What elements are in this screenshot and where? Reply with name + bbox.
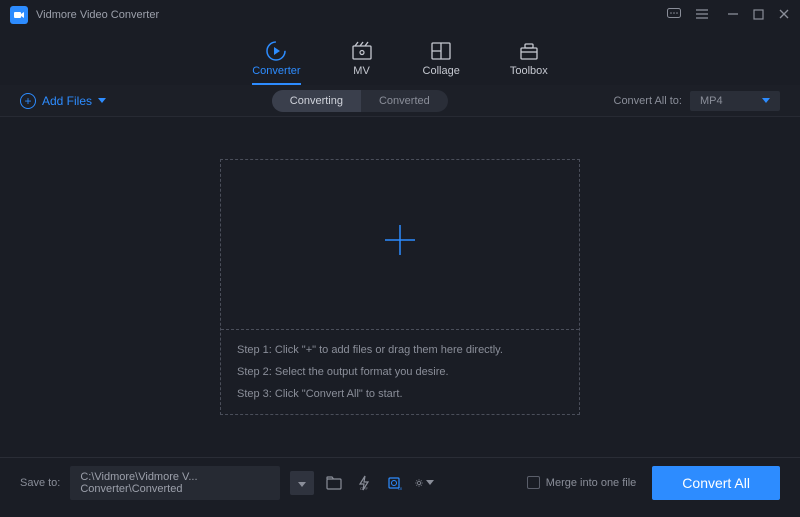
chevron-down-icon <box>98 98 106 103</box>
footer: Save to: C:\Vidmore\Vidmore V... Convert… <box>0 458 800 507</box>
converter-icon <box>265 41 287 61</box>
titlebar: Vidmore Video Converter <box>0 0 800 30</box>
save-path-value: C:\Vidmore\Vidmore V... Converter\Conver… <box>80 471 270 495</box>
tab-converted[interactable]: Converted <box>361 90 448 112</box>
step-1: Step 1: Click "+" to add files or drag t… <box>237 344 563 356</box>
add-files-button[interactable]: + Add Files <box>20 93 106 109</box>
tab-converting[interactable]: Converting <box>272 90 361 112</box>
collage-icon <box>430 41 452 61</box>
step-3: Step 3: Click "Convert All" to start. <box>237 388 563 400</box>
merge-checkbox[interactable]: Merge into one file <box>527 476 637 489</box>
path-dropdown-button[interactable] <box>290 471 314 495</box>
main-navbar: Converter MV Collage Toolbox <box>0 30 800 85</box>
nav-mv[interactable]: MV <box>351 41 373 85</box>
convert-all-to-label: Convert All to: <box>614 95 682 107</box>
save-to-label: Save to: <box>20 477 60 489</box>
chevron-down-icon <box>762 98 770 103</box>
nav-label: Toolbox <box>510 65 548 77</box>
main-content: Step 1: Click "+" to add files or drag t… <box>0 117 800 457</box>
toolbox-icon <box>518 41 540 61</box>
nav-collage[interactable]: Collage <box>423 41 460 85</box>
format-select[interactable]: MP4 <box>690 91 780 111</box>
dropzone: Step 1: Click "+" to add files or drag t… <box>220 159 580 415</box>
svg-text:ON: ON <box>398 486 402 491</box>
minimize-button[interactable] <box>727 8 739 22</box>
nav-label: MV <box>353 65 370 77</box>
app-title: Vidmore Video Converter <box>36 9 159 21</box>
steps-panel: Step 1: Click "+" to add files or drag t… <box>221 330 579 414</box>
maximize-button[interactable] <box>753 8 764 22</box>
save-path-field[interactable]: C:\Vidmore\Vidmore V... Converter\Conver… <box>70 466 280 500</box>
plus-circle-icon: + <box>20 93 36 109</box>
mv-icon <box>351 41 373 61</box>
step-2: Step 2: Select the output format you des… <box>237 366 563 378</box>
app-logo-icon <box>10 6 28 24</box>
feedback-icon[interactable] <box>667 8 681 22</box>
add-files-label: Add Files <box>42 94 92 108</box>
open-folder-button[interactable] <box>324 474 344 492</box>
close-button[interactable] <box>778 8 790 22</box>
nav-converter[interactable]: Converter <box>252 41 300 85</box>
chevron-down-icon <box>298 482 306 487</box>
svg-text:OFF: OFF <box>360 486 369 491</box>
nav-label: Converter <box>252 65 300 77</box>
nav-label: Collage <box>423 65 460 77</box>
chevron-down-icon <box>426 480 434 485</box>
high-speed-button[interactable]: ON <box>384 474 404 492</box>
checkbox-icon <box>527 476 540 489</box>
hardware-accel-button[interactable]: OFF <box>354 474 374 492</box>
convert-all-button[interactable]: Convert All <box>652 466 780 500</box>
nav-toolbox[interactable]: Toolbox <box>510 41 548 85</box>
convert-all-to: Convert All to: MP4 <box>614 91 780 111</box>
settings-button[interactable] <box>414 474 434 492</box>
drop-area[interactable] <box>221 160 579 330</box>
big-plus-icon <box>379 219 421 271</box>
menu-icon[interactable] <box>695 8 709 22</box>
toolbar: + Add Files Converting Converted Convert… <box>0 85 800 117</box>
merge-label: Merge into one file <box>546 477 637 489</box>
format-value: MP4 <box>700 95 723 107</box>
status-tabs: Converting Converted <box>272 90 448 112</box>
